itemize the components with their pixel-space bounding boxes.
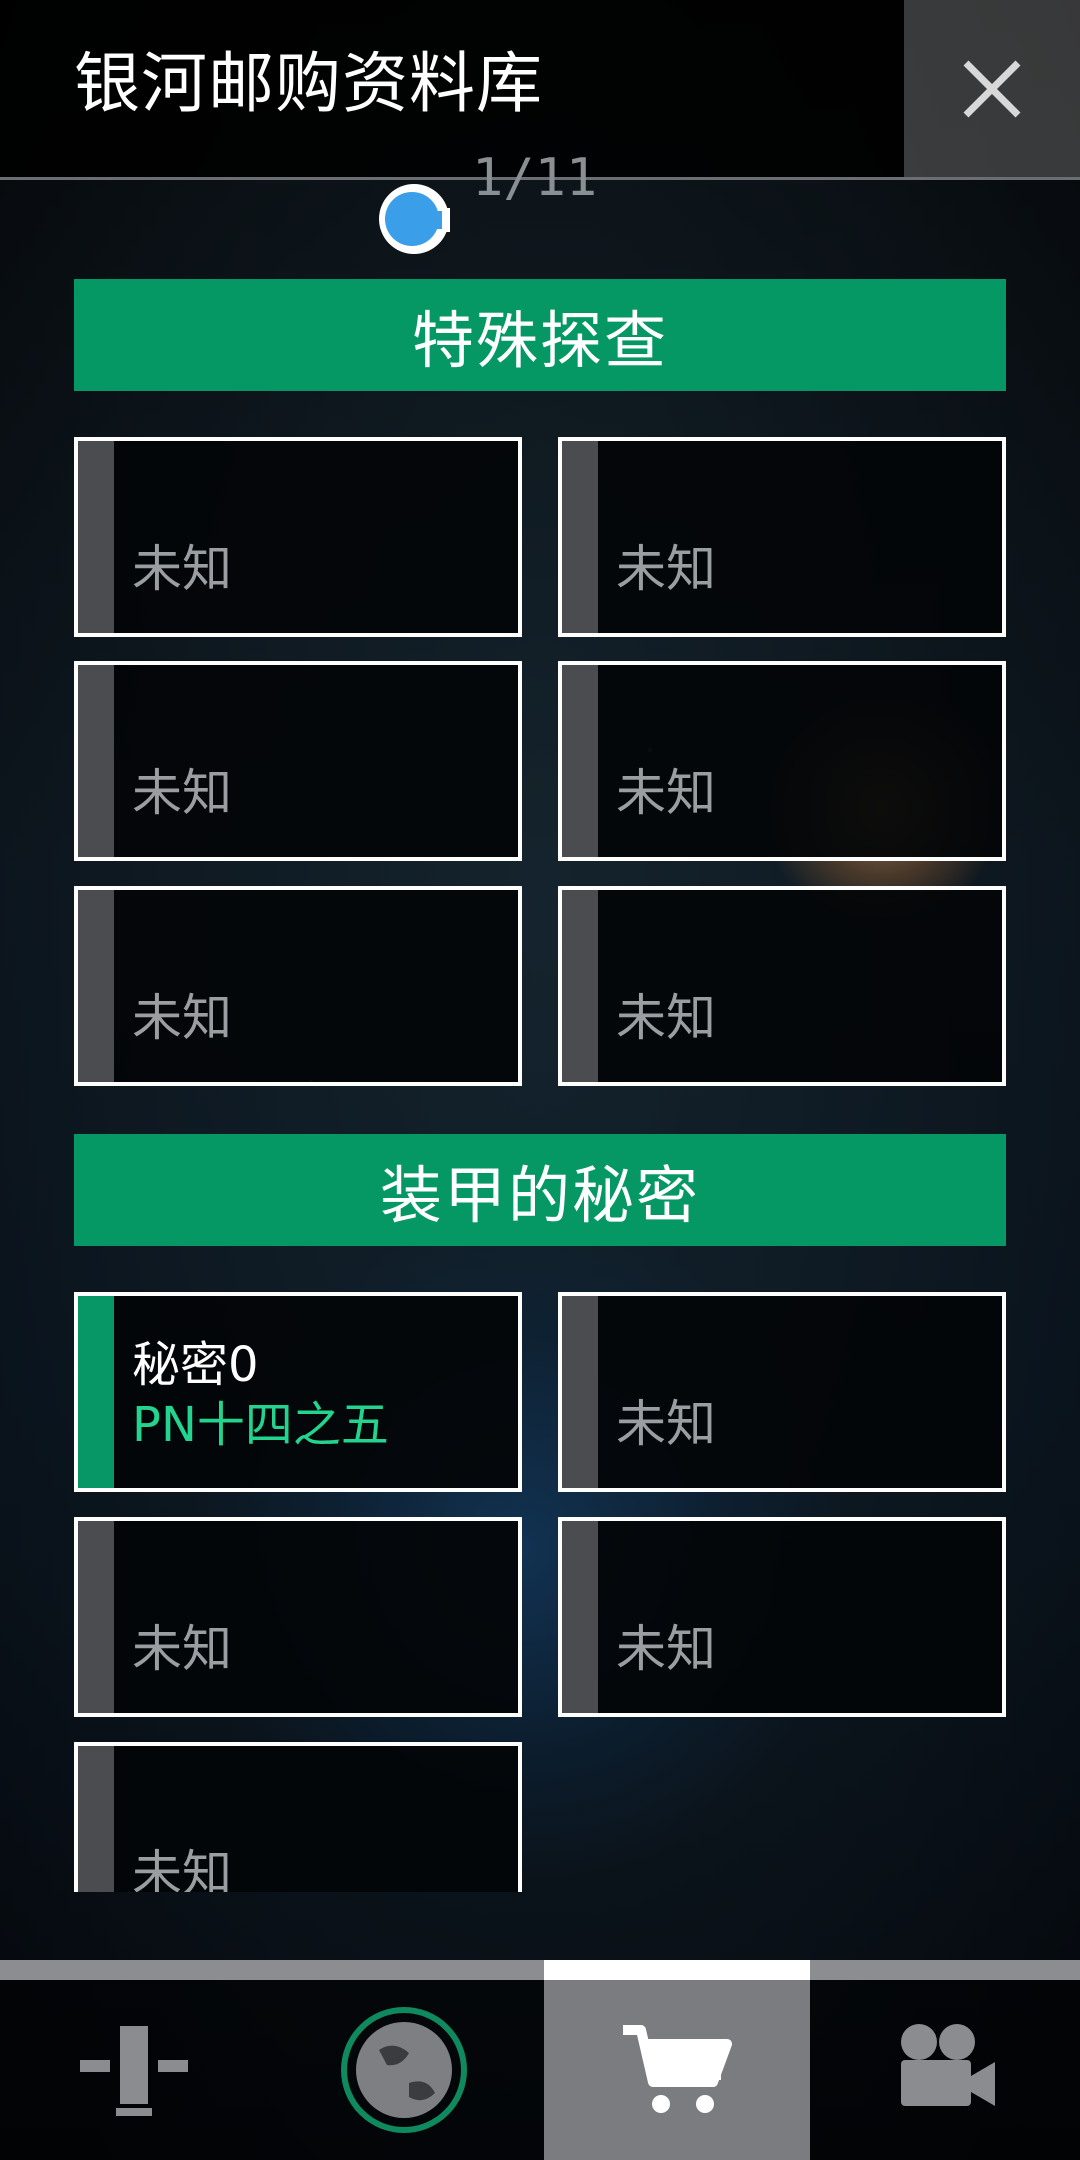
card-strip [562, 1296, 598, 1488]
archive-card-unlocked[interactable]: 秘密0 PN十四之五 [74, 1292, 522, 1492]
card-strip [78, 1521, 114, 1713]
card-label: 未知 [132, 1620, 232, 1678]
app-root: 银河邮购资料库 1/11 特殊探查 未知 未知 未知 未知 未知 未知 装甲的秘… [0, 0, 1080, 2160]
page-title: 银河邮购资料库 [74, 45, 543, 122]
nav-active-indicator [544, 1960, 810, 1980]
nav-tab-shop[interactable] [544, 1980, 810, 2160]
planet-icon [341, 2007, 467, 2133]
archive-card[interactable]: 未知 [74, 661, 522, 861]
card-label: 未知 [132, 989, 232, 1047]
card-label: 未知 [132, 764, 232, 822]
card-label: 未知 [616, 989, 716, 1047]
nav-top-border [0, 1960, 1080, 1980]
card-label: 未知 [616, 1620, 716, 1678]
card-strip [78, 1746, 114, 1892]
progress-disc-icon [379, 184, 450, 254]
tower-icon [80, 2026, 188, 2116]
page-indicator: 1/11 [472, 148, 598, 208]
cart-icon [623, 2025, 732, 2113]
close-button[interactable] [904, 0, 1080, 178]
archive-card[interactable]: 未知 [558, 886, 1006, 1086]
card-label: 未知 [616, 764, 716, 822]
card-subtitle: PN十四之五 [132, 1397, 389, 1453]
card-strip [78, 1296, 114, 1488]
nav-tab-planet[interactable] [270, 1980, 538, 2160]
card-strip [78, 665, 114, 857]
nav-tab-video[interactable] [812, 1980, 1080, 2160]
close-icon [963, 60, 1021, 118]
card-strip [562, 665, 598, 857]
archive-card[interactable]: 未知 [74, 437, 522, 637]
card-strip [562, 441, 598, 633]
nav-tab-tower[interactable] [0, 1980, 268, 2160]
header-divider [658, 177, 1080, 180]
card-strip [78, 890, 114, 1082]
archive-card[interactable]: 未知 [558, 661, 1006, 861]
archive-card[interactable]: 未知 [74, 1517, 522, 1717]
section-header-special-investigation: 特殊探查 [74, 279, 1006, 391]
card-label: 未知 [132, 540, 232, 598]
archive-card[interactable]: 未知 [558, 1517, 1006, 1717]
card-strip [562, 1521, 598, 1713]
video-camera-icon [901, 2024, 995, 2106]
archive-card[interactable]: 未知 [558, 437, 1006, 637]
card-strip [562, 890, 598, 1082]
card-label: 未知 [616, 1395, 716, 1453]
bottom-nav [0, 1980, 1080, 2160]
section-header-armor-secrets: 装甲的秘密 [74, 1134, 1006, 1246]
archive-card[interactable]: 未知 [74, 886, 522, 1086]
card-label: 未知 [616, 540, 716, 598]
card-strip [78, 441, 114, 633]
archive-card[interactable]: 未知 [74, 1742, 522, 1892]
card-label: 未知 [132, 1845, 232, 1892]
card-name: 秘密0 [132, 1337, 259, 1393]
archive-card[interactable]: 未知 [558, 1292, 1006, 1492]
